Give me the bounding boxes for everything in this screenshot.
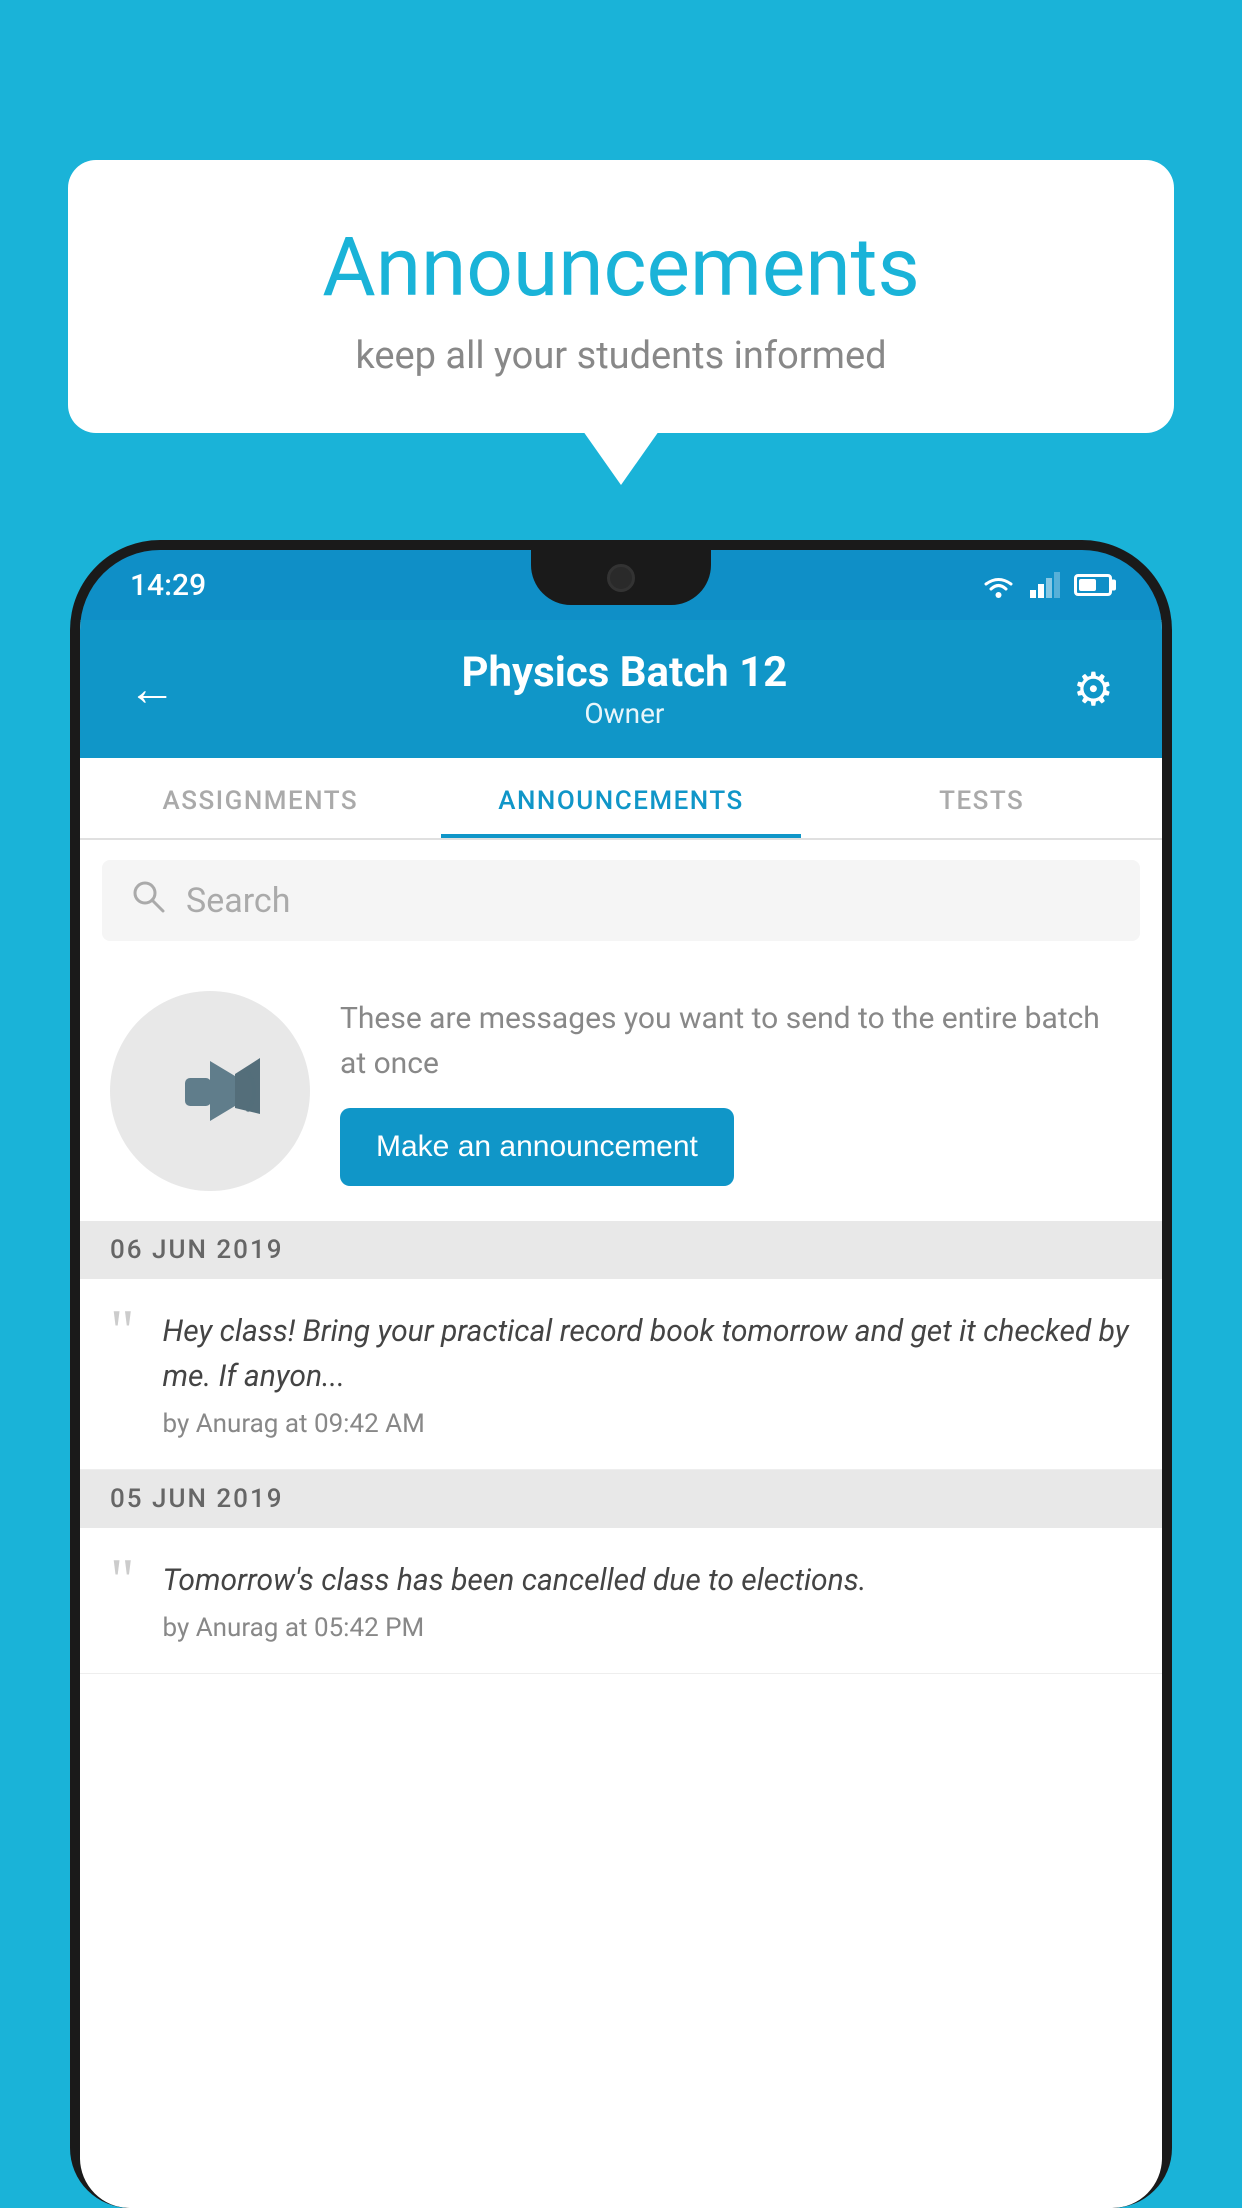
announcement-meta-2: by Anurag at 05:42 PM	[163, 1613, 1133, 1643]
app-bar-title: Physics Batch 12	[206, 648, 1043, 697]
announcement-meta-1: by Anurag at 09:42 AM	[163, 1409, 1133, 1439]
search-icon	[130, 878, 166, 923]
promo-right: These are messages you want to send to t…	[340, 996, 1132, 1186]
status-time: 14:29	[130, 568, 206, 603]
phone-notch	[531, 550, 711, 605]
status-icons	[981, 571, 1112, 599]
app-bar: ← Physics Batch 12 Owner ⚙	[80, 620, 1162, 758]
tabs-bar: ASSIGNMENTS ANNOUNCEMENTS TESTS	[80, 758, 1162, 840]
speech-bubble-section: Announcements keep all your students inf…	[68, 160, 1174, 433]
quote-icon-2: "	[110, 1550, 135, 1610]
app-bar-title-group: Physics Batch 12 Owner	[206, 648, 1043, 730]
announcement-item-1[interactable]: " Hey class! Bring your practical record…	[80, 1279, 1162, 1470]
megaphone-circle	[110, 991, 310, 1191]
phone-frame: 14:29	[70, 540, 1172, 2208]
announcement-item-2[interactable]: " Tomorrow's class has been cancelled du…	[80, 1528, 1162, 1674]
search-container: Search	[80, 840, 1162, 961]
tab-assignments[interactable]: ASSIGNMENTS	[80, 758, 441, 838]
promo-text: These are messages you want to send to t…	[340, 996, 1132, 1086]
search-placeholder: Search	[186, 881, 290, 921]
phone-inner: 14:29	[80, 550, 1162, 2208]
megaphone-icon	[155, 1036, 265, 1146]
app-content: ← Physics Batch 12 Owner ⚙ ASSIGNMENTS A…	[80, 620, 1162, 2208]
back-button[interactable]: ←	[128, 665, 176, 713]
quote-icon-1: "	[110, 1301, 135, 1361]
speech-bubble: Announcements keep all your students inf…	[68, 160, 1174, 433]
announcement-content-2: Tomorrow's class has been cancelled due …	[163, 1558, 1133, 1643]
app-bar-subtitle: Owner	[206, 697, 1043, 730]
make-announcement-button[interactable]: Make an announcement	[340, 1108, 734, 1186]
date-header-2: 05 JUN 2019	[80, 1470, 1162, 1528]
battery-icon	[1074, 574, 1112, 596]
announcement-content-1: Hey class! Bring your practical record b…	[163, 1309, 1133, 1439]
bubble-title: Announcements	[148, 220, 1094, 316]
date-header-1: 06 JUN 2019	[80, 1221, 1162, 1279]
tab-announcements[interactable]: ANNOUNCEMENTS	[441, 758, 802, 838]
tab-tests[interactable]: TESTS	[801, 758, 1162, 838]
wifi-icon	[981, 571, 1016, 599]
promo-block: These are messages you want to send to t…	[80, 961, 1162, 1221]
date-text-1: 06 JUN 2019	[110, 1235, 284, 1265]
announcement-text-2: Tomorrow's class has been cancelled due …	[163, 1558, 1133, 1603]
settings-button[interactable]: ⚙	[1073, 662, 1114, 717]
camera	[607, 564, 635, 592]
signal-icon	[1030, 572, 1060, 598]
bubble-subtitle: keep all your students informed	[148, 334, 1094, 378]
search-box[interactable]: Search	[102, 860, 1140, 941]
announcement-text-1: Hey class! Bring your practical record b…	[163, 1309, 1133, 1399]
date-text-2: 05 JUN 2019	[110, 1484, 284, 1514]
